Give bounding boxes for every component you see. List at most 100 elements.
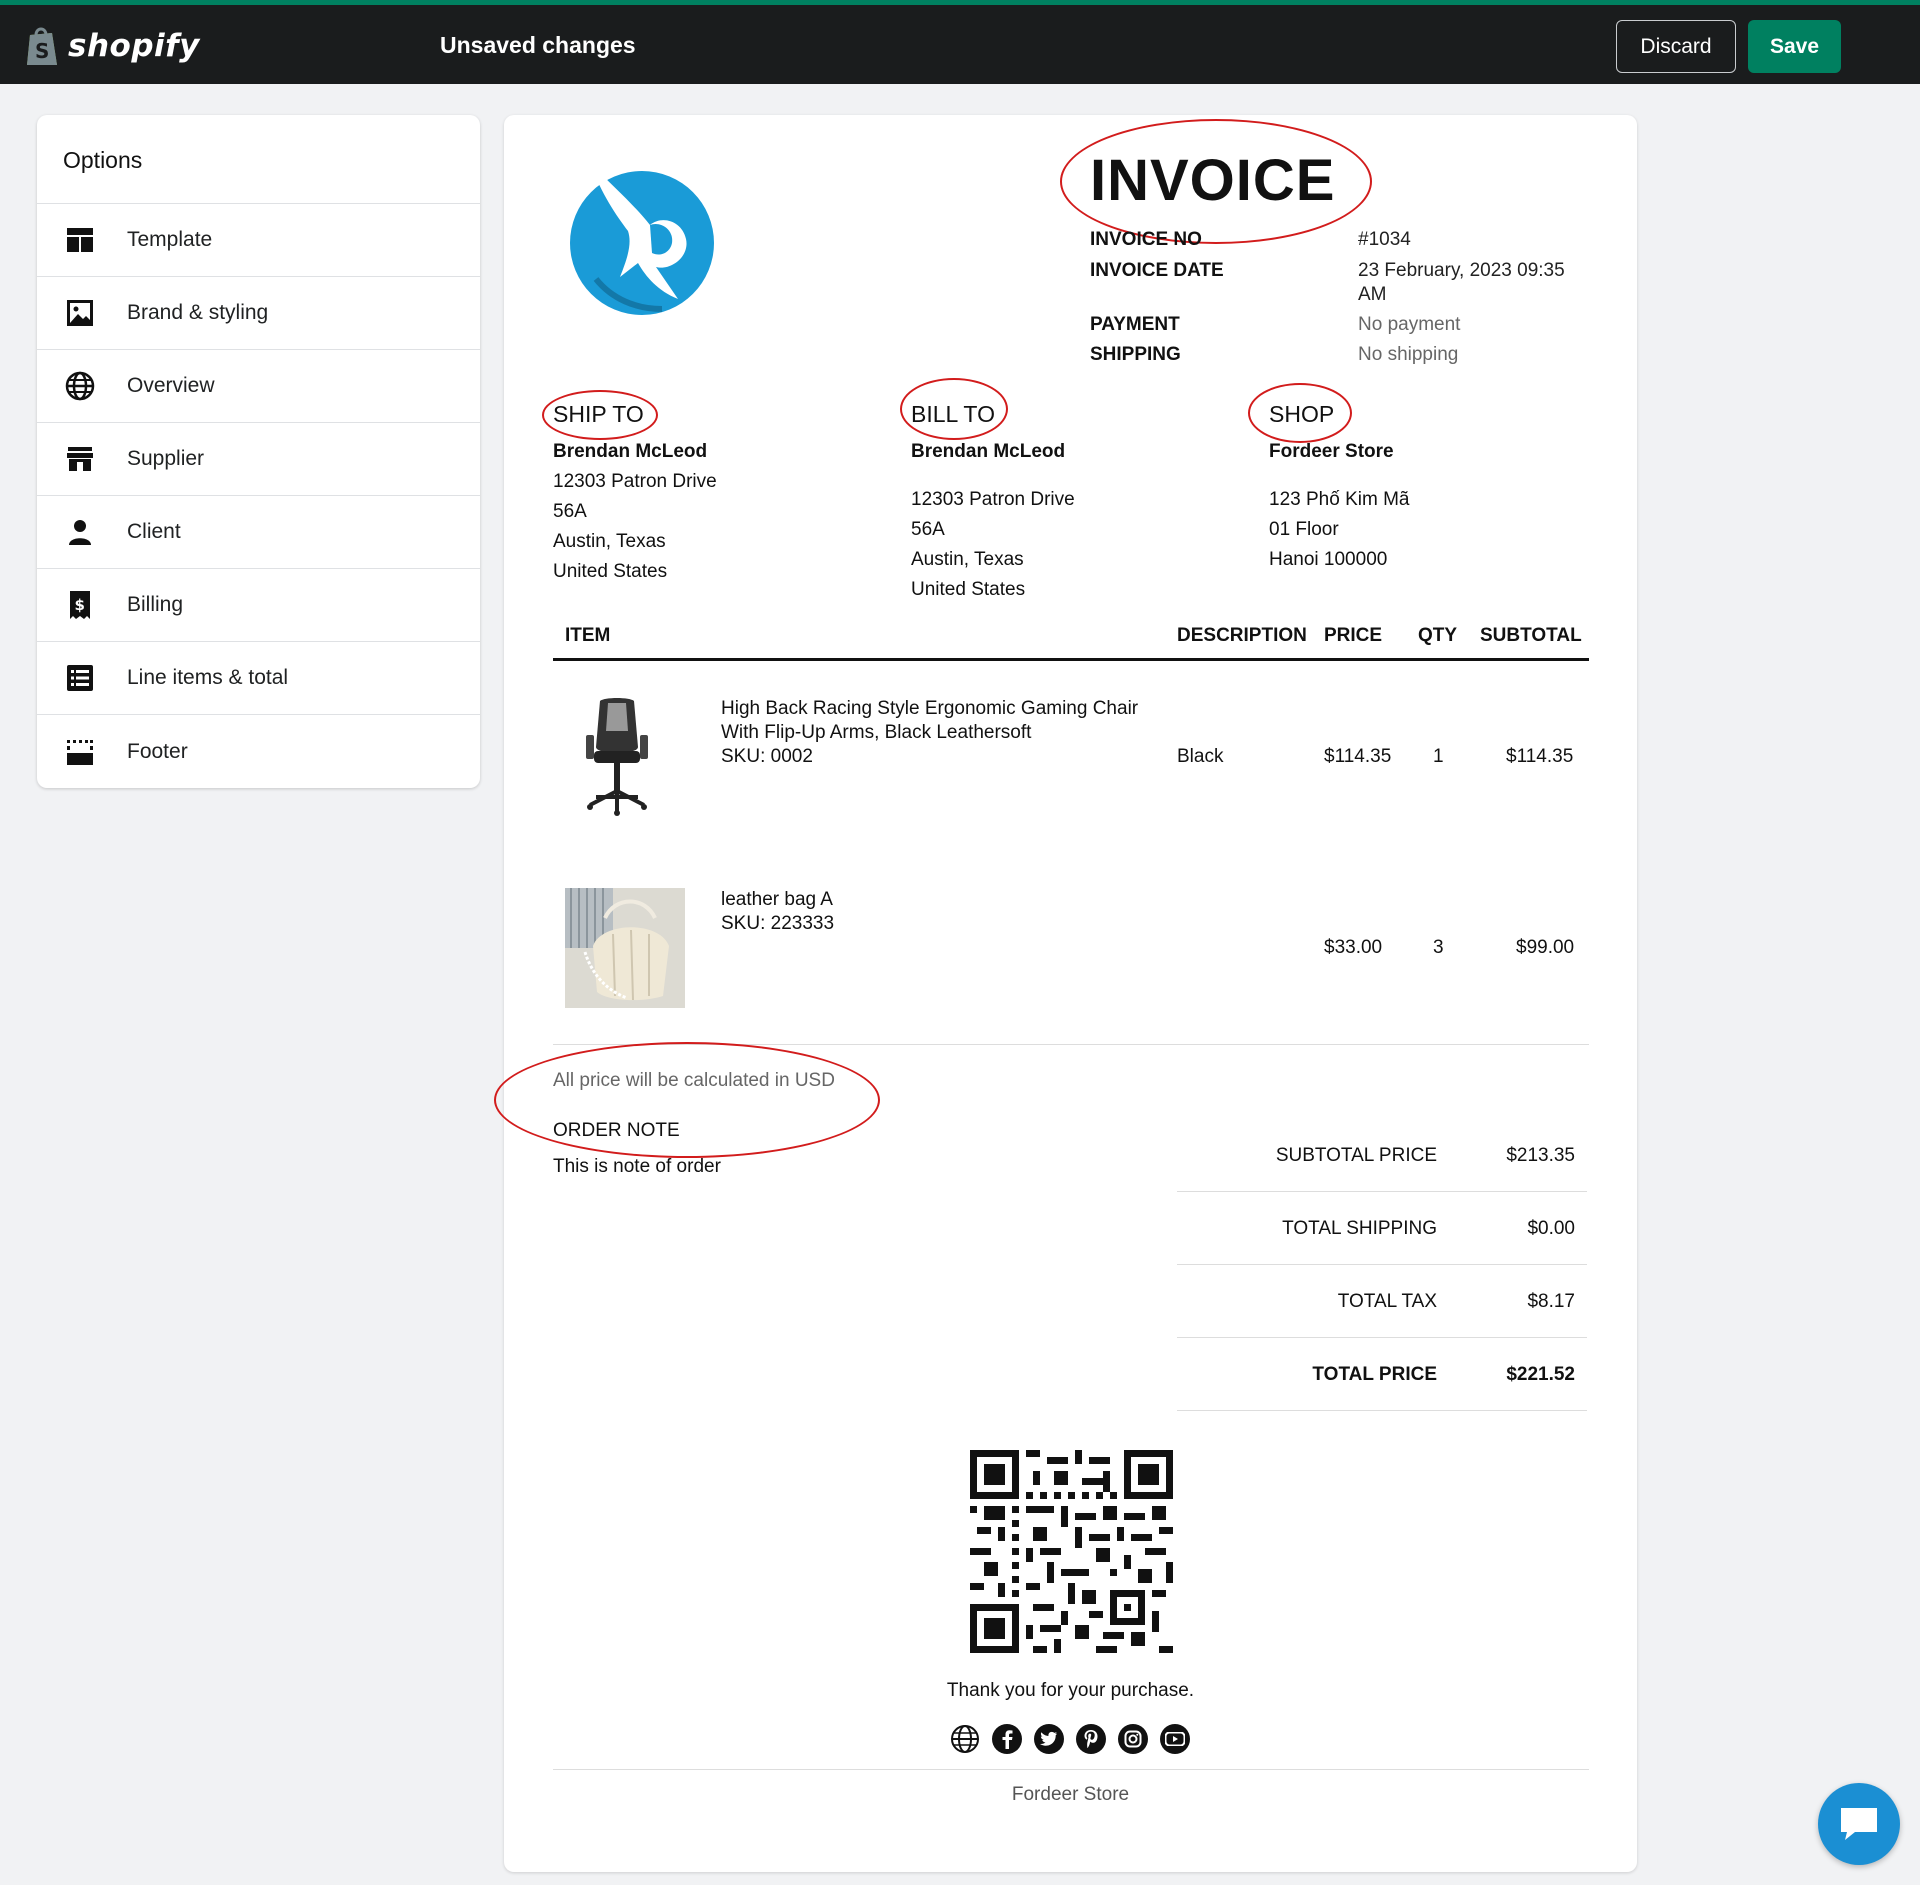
item-name: High Back Racing Style Ergonomic Gaming … xyxy=(721,698,1139,719)
store-icon xyxy=(65,444,95,474)
option-template[interactable]: Template xyxy=(37,204,480,277)
option-label: Overview xyxy=(127,374,215,397)
gaming-chair-image xyxy=(586,698,648,816)
total-tax-value: $8.17 xyxy=(1527,1291,1575,1312)
col-item: ITEM xyxy=(565,625,611,646)
bill-to-line4: United States xyxy=(911,579,1026,600)
unsaved-changes-label: Unsaved changes xyxy=(440,32,636,58)
ship-to-line1: 12303 Patron Drive xyxy=(553,471,717,492)
twitter-icon[interactable] xyxy=(1034,1724,1064,1754)
invoice-preview: INVOICE INVOICE NO #1034 INVOICE DATE 23… xyxy=(494,115,1637,1872)
ship-to-line2: 56A xyxy=(553,501,587,522)
invoice-date-value: 23 February, 2023 09:35 xyxy=(1358,260,1565,281)
chat-button[interactable] xyxy=(1818,1783,1900,1865)
youtube-icon[interactable] xyxy=(1160,1724,1190,1754)
item-qty: 1 xyxy=(1433,746,1444,767)
shop-line2: 01 Floor xyxy=(1269,519,1339,540)
annotation-circle xyxy=(494,1042,880,1158)
person-icon xyxy=(65,517,95,547)
item-subtotal: $114.35 xyxy=(1506,746,1574,767)
list-icon xyxy=(65,663,95,693)
tax-row: TOTAL TAX $8.17 xyxy=(1177,1265,1587,1338)
footer-icon xyxy=(65,737,95,767)
order-note-label: ORDER NOTE xyxy=(553,1120,680,1141)
option-overview[interactable]: Overview xyxy=(37,350,480,423)
shop-line3: Hanoi 100000 xyxy=(1269,549,1388,570)
payment-value: No payment xyxy=(1358,314,1461,335)
facebook-icon[interactable] xyxy=(992,1724,1022,1754)
pinterest-icon[interactable] xyxy=(1076,1724,1106,1754)
svg-text:$: $ xyxy=(75,596,85,614)
bill-to-heading: BILL TO xyxy=(911,401,995,427)
shopping-bag-icon: S xyxy=(27,27,57,65)
bill-to-address: Brendan McLeod 12303 Patron Drive 56A Au… xyxy=(911,437,1075,605)
total-tax-label: TOTAL TAX xyxy=(1337,1291,1437,1312)
bill-to-line1: 12303 Patron Drive xyxy=(911,489,1075,510)
option-footer[interactable]: Footer xyxy=(37,715,480,788)
options-title: Options xyxy=(37,115,480,204)
item-name-cont: With Flip-Up Arms, Black Leathersoft xyxy=(721,722,1032,743)
total-row: TOTAL PRICE $221.52 xyxy=(1177,1338,1587,1411)
total-price-label: TOTAL PRICE xyxy=(1312,1364,1437,1385)
subtotal-row: SUBTOTAL PRICE $213.35 xyxy=(1177,1119,1587,1192)
ship-to-name: Brendan McLeod xyxy=(553,441,708,462)
col-price: PRICE xyxy=(1324,625,1383,646)
invoice-no-label: INVOICE NO xyxy=(1090,229,1202,250)
item-qty: 3 xyxy=(1433,937,1444,958)
subtotal-label: SUBTOTAL PRICE xyxy=(1275,1145,1437,1166)
option-label: Template xyxy=(127,228,213,251)
divider xyxy=(553,1769,1589,1770)
table-header-rule xyxy=(553,658,1589,661)
svg-text:S: S xyxy=(35,39,49,63)
item-subtotal: $99.00 xyxy=(1516,937,1575,958)
template-icon xyxy=(65,225,95,255)
shipping-row: TOTAL SHIPPING $0.00 xyxy=(1177,1192,1587,1265)
option-client[interactable]: Client xyxy=(37,496,480,569)
total-shipping-label: TOTAL SHIPPING xyxy=(1282,1218,1437,1239)
item-description: Black xyxy=(1177,746,1224,767)
bill-to-line3: Austin, Texas xyxy=(911,549,1024,570)
currency-note: All price will be calculated in USD xyxy=(553,1070,835,1091)
ship-to-heading: SHIP TO xyxy=(553,401,644,427)
save-button[interactable]: Save xyxy=(1748,20,1841,73)
image-icon xyxy=(65,298,95,328)
invoice-no-value: #1034 xyxy=(1358,229,1411,250)
footer-store-name: Fordeer Store xyxy=(1011,1784,1130,1805)
option-label: Brand & styling xyxy=(127,301,269,324)
instagram-icon[interactable] xyxy=(1118,1724,1148,1754)
globe-icon[interactable] xyxy=(950,1724,980,1754)
option-brand-styling[interactable]: Brand & styling xyxy=(37,277,480,350)
option-label: Supplier xyxy=(127,447,205,470)
globe-icon xyxy=(65,371,95,401)
brand-name: shopify xyxy=(68,28,200,64)
chat-icon xyxy=(1841,1808,1877,1840)
option-line-items-total[interactable]: Line items & total xyxy=(37,642,480,715)
shipping-value: No shipping xyxy=(1358,344,1459,365)
top-bar: S shopify Unsaved changes Discard Save xyxy=(0,0,1920,84)
item-price: $33.00 xyxy=(1324,937,1383,958)
subtotal-value: $213.35 xyxy=(1506,1145,1575,1166)
shipping-label: SHIPPING xyxy=(1090,344,1181,365)
option-supplier[interactable]: Supplier xyxy=(37,423,480,496)
bill-to-name: Brendan McLeod xyxy=(911,441,1066,462)
shop-address: Fordeer Store 123 Phố Kim Mã 01 Floor Ha… xyxy=(1269,437,1409,575)
item-sku: SKU: 0002 xyxy=(721,746,813,767)
order-note-text: This is note of order xyxy=(553,1156,721,1177)
option-billing[interactable]: $ Billing xyxy=(37,569,480,642)
col-qty: QTY xyxy=(1418,625,1458,646)
ship-to-address: Brendan McLeod 12303 Patron Drive 56A Au… xyxy=(553,437,717,587)
total-shipping-value: $0.00 xyxy=(1527,1218,1575,1239)
qr-code xyxy=(970,1450,1173,1653)
payment-label: PAYMENT xyxy=(1090,314,1180,335)
col-subtotal: SUBTOTAL xyxy=(1480,625,1582,646)
shop-name: Fordeer Store xyxy=(1269,441,1394,462)
shop-heading: SHOP xyxy=(1269,401,1335,427)
discard-button[interactable]: Discard xyxy=(1616,20,1736,73)
ship-to-line4: United States xyxy=(553,561,668,582)
leather-bag-image xyxy=(565,888,685,1008)
option-label: Footer xyxy=(127,739,188,763)
store-logo xyxy=(570,163,714,315)
ship-to-line3: Austin, Texas xyxy=(553,531,666,552)
item-price: $114.35 xyxy=(1324,746,1392,767)
thanks-message: Thank you for your purchase. xyxy=(946,1680,1195,1701)
